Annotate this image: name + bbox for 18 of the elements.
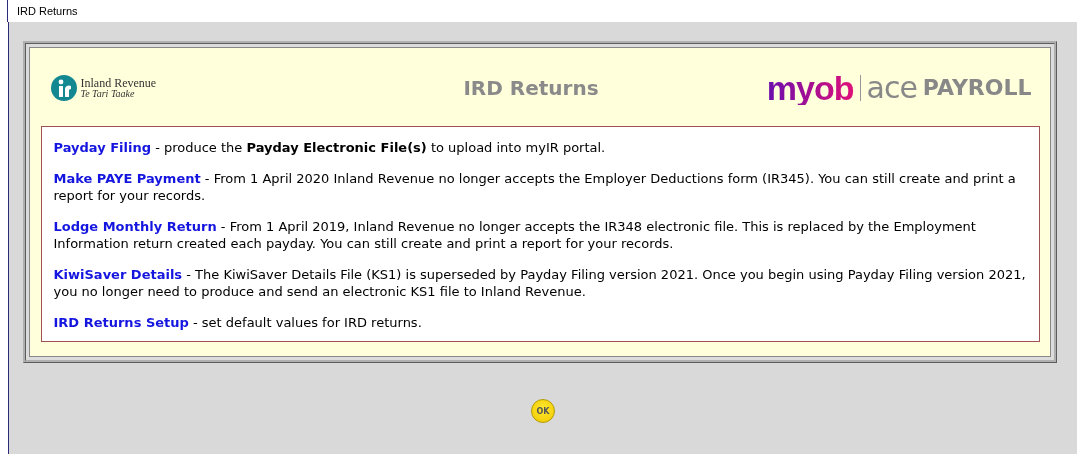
- return-option: Payday Filing - produce the Payday Electronic File(s) to upload into myIR portal.: [53, 139, 1027, 156]
- option-link[interactable]: Make PAYE Payment: [53, 171, 201, 186]
- option-link[interactable]: Payday Filing: [53, 140, 151, 155]
- option-link[interactable]: KiwiSaver Details: [53, 267, 183, 282]
- window-title: IRD Returns: [17, 5, 78, 17]
- page-title: IRD Returns: [463, 76, 599, 100]
- option-link[interactable]: Lodge Monthly Return: [53, 219, 217, 234]
- return-option: Lodge Monthly Return - From 1 April 2019, Inland Revenue no longer accepts the IR348 electronic file. This is replaced by the Employment Information return created each payday. You can still create and print a report for your records.: [53, 218, 1027, 252]
- logo-name: Inland Revenue: [80, 77, 157, 89]
- logo-subtitle: Te Tari Taake: [80, 89, 136, 99]
- return-option: KiwiSaver Details - The KiwiSaver Details File (KS1) is superseded by Payday Filing version 2021. Once you begin using Payday Filing version 2021, you no longer need to produce and send an electronic KS1 file to Inland Revenue.: [53, 266, 1027, 300]
- return-option: Make PAYE Payment - From 1 April 2020 Inland Revenue no longer accepts the Employer Deductions form (IR345). You can still create and print a report for your records.: [53, 170, 1027, 204]
- ok-button[interactable]: OK: [531, 399, 555, 423]
- product-logo: ace: [866, 73, 917, 103]
- return-option: IRD Returns Setup - set default values for IRD returns.: [53, 314, 1027, 331]
- ird-logo-icon: [50, 75, 77, 101]
- option-link[interactable]: IRD Returns Setup: [53, 315, 189, 330]
- product-name: PAYROLL: [922, 77, 1032, 99]
